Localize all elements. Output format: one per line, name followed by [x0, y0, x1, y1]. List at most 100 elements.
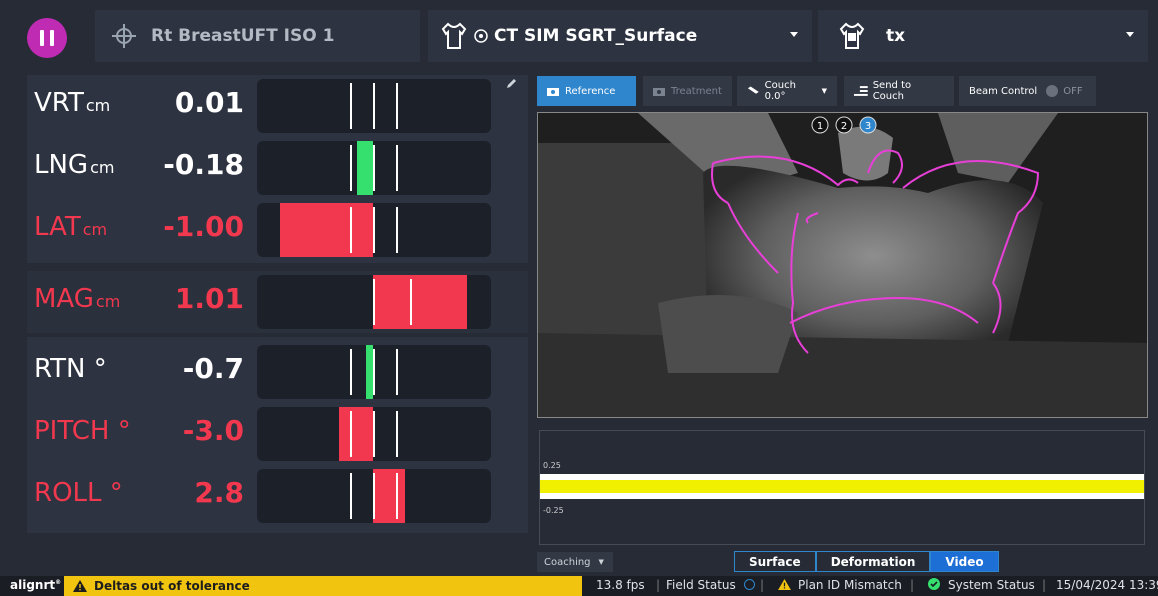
delta-bar [257, 275, 491, 329]
view-tabs: Surface Deformation Video [734, 551, 999, 572]
warning-icon [778, 579, 791, 590]
tolerance-line [350, 207, 352, 253]
delta-label: VRT cm [34, 88, 110, 118]
chevron-down-icon: ▼ [598, 558, 604, 566]
delta-label: LNG cm [34, 150, 114, 180]
plan-id-status[interactable]: Plan ID Mismatch [778, 578, 902, 592]
delta-bar [257, 469, 491, 523]
delta-fill [373, 469, 405, 523]
plan-id-label: Plan ID Mismatch [798, 578, 902, 592]
delta-row-vrt: VRT cm 0.01 [27, 75, 528, 133]
tolerance-line [396, 473, 398, 519]
delta-label: MAG cm [34, 284, 120, 314]
warning-text: Deltas out of tolerance [94, 579, 250, 593]
status-bar: alignrt® Deltas out of tolerance 13.8 fp… [0, 576, 1158, 596]
deltas-panel: VRT cm 0.01 LNG cm -0.18 LAT cm -1.00 MAG c [27, 75, 528, 533]
delta-fill [357, 141, 373, 195]
zero-line [373, 349, 375, 395]
tolerance-line [396, 207, 398, 253]
graph-bottom-label: -0.25 [543, 506, 564, 515]
divider: | [656, 578, 661, 592]
patient-video-image: 1 2 3 [538, 113, 1147, 417]
coaching-label: Coaching [544, 556, 591, 568]
couch-angle-dropdown[interactable]: Couch 0.0° ▼ [737, 76, 837, 106]
field-status-label: Field Status [666, 578, 736, 592]
delta-name: LNG [34, 150, 89, 180]
divider: | [1042, 578, 1047, 592]
torso-outline-icon [441, 22, 467, 49]
zero-line [373, 473, 375, 519]
datetime: 15/04/2024 13:39 [1056, 578, 1158, 592]
camera-icon [547, 88, 559, 96]
isocenter-selector[interactable]: Rt BreastUFT ISO 1 [95, 10, 420, 62]
delta-row-pitch: PITCH ° -3.0 [27, 403, 528, 461]
tab-video[interactable]: Video [930, 551, 999, 572]
delta-value: -3.0 [182, 414, 244, 447]
treatment-label: Treatment [671, 85, 722, 97]
delta-label: PITCH ° [34, 416, 131, 446]
reference-button[interactable]: Reference [537, 76, 636, 106]
delta-row-rtn: RTN ° -0.7 [27, 341, 528, 399]
camera-pod-1[interactable]: 1 [817, 121, 823, 132]
delta-value: 0.01 [174, 86, 244, 119]
camera-icon [653, 88, 665, 96]
delta-value: -1.00 [163, 210, 244, 243]
camera-video-feed: 1 2 3 [537, 112, 1148, 418]
beam-label: Beam Control [969, 85, 1038, 97]
divider: | [910, 578, 915, 592]
send-to-couch-button[interactable]: Send to Couch [844, 76, 954, 106]
treatment-field-selector[interactable]: tx [818, 10, 1148, 62]
system-status-label: System Status [948, 578, 1035, 592]
delta-name: RTN [34, 354, 86, 384]
delta-bar [257, 79, 491, 133]
beam-control-toggle[interactable]: Beam Control OFF [959, 76, 1096, 106]
delta-value: 2.8 [194, 476, 244, 509]
graph-top-label: 0.25 [543, 461, 561, 470]
delta-fill [373, 275, 467, 329]
send-to-couch-icon [854, 85, 868, 96]
isocenter-name: Rt BreastUFT ISO 1 [151, 26, 335, 46]
delta-name: PITCH [34, 416, 110, 446]
check-circle-icon [928, 578, 940, 590]
video-viewer: Reference Treatment Couch 0.0° ▼ Send to… [537, 75, 1149, 572]
delta-label: RTN ° [34, 354, 107, 384]
camera-pod-3[interactable]: 3 [865, 121, 871, 132]
tolerance-line [396, 411, 398, 457]
delta-fill [366, 345, 373, 399]
delta-unit: cm [90, 158, 115, 177]
tab-deformation[interactable]: Deformation [815, 551, 931, 572]
toggle-knob [1046, 85, 1059, 97]
tolerance-line [396, 145, 398, 191]
zero-line [373, 411, 375, 457]
divider: | [760, 578, 765, 592]
delta-fill [280, 203, 373, 257]
delta-name: VRT [34, 88, 84, 118]
delta-bar [257, 407, 491, 461]
delta-name: LAT [34, 212, 81, 242]
zero-line [373, 145, 375, 191]
trace-band [540, 480, 1144, 493]
tolerance-line [350, 473, 352, 519]
top-bar: Rt BreastUFT ISO 1 CT SIM SGRT_Surface t… [0, 0, 1158, 70]
delta-unit: cm [82, 220, 108, 239]
pause-button[interactable] [27, 18, 67, 58]
beam-state: OFF [1063, 85, 1083, 97]
sim-name: CT SIM SGRT_Surface [494, 26, 698, 46]
tab-surface[interactable]: Surface [734, 551, 816, 572]
tolerance-line [410, 279, 412, 325]
delta-value: -0.18 [163, 148, 244, 181]
field-status[interactable]: Field Status [666, 578, 755, 592]
treatment-button[interactable]: Treatment [643, 76, 732, 106]
brand-logo: alignrt® [10, 578, 62, 592]
tolerance-line [396, 83, 398, 129]
delta-unit: ° [117, 416, 131, 446]
coaching-dropdown[interactable]: Coaching ▼ [537, 552, 613, 572]
tolerance-warning[interactable]: Deltas out of tolerance [64, 576, 582, 596]
couch-icon [747, 86, 759, 94]
system-status[interactable]: System Status [928, 578, 1035, 592]
crosshair-icon [112, 24, 136, 48]
reference-surface-selector[interactable]: CT SIM SGRT_Surface [428, 10, 812, 62]
camera-pod-2[interactable]: 2 [841, 121, 847, 132]
chevron-down-icon [1126, 32, 1134, 37]
send-label: Send to Couch [872, 80, 912, 102]
